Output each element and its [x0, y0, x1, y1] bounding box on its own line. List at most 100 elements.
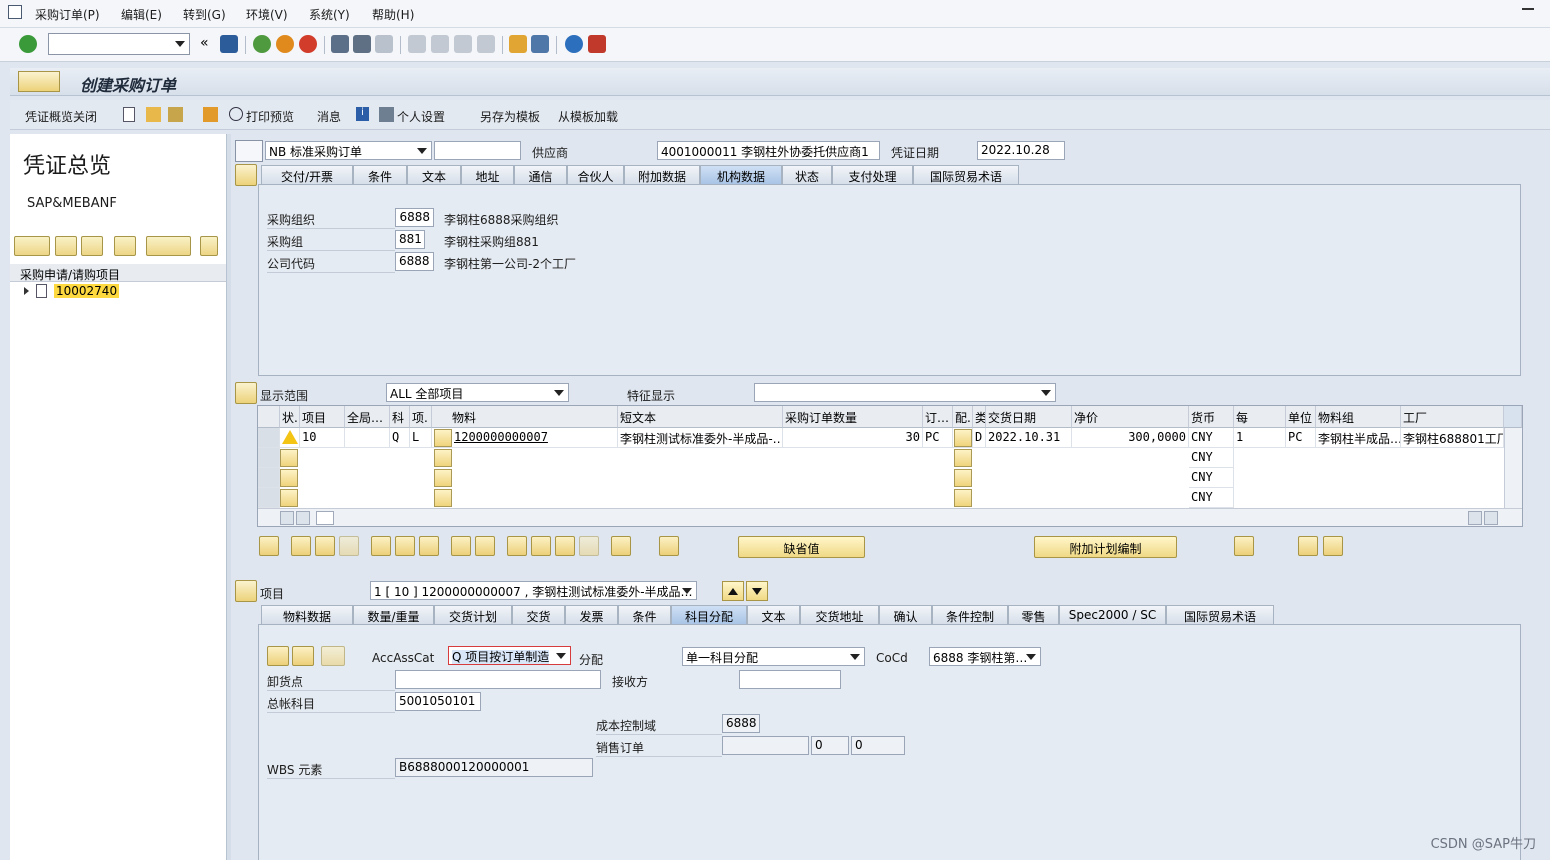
purch-group-field[interactable]: 881 — [395, 230, 425, 249]
lock-icon[interactable] — [395, 536, 415, 556]
command-field[interactable] — [48, 33, 190, 55]
material-help-icon[interactable] — [434, 429, 452, 447]
item-detail-collapse-icon[interactable] — [235, 580, 257, 602]
col-plant[interactable]: 工厂 — [1401, 406, 1504, 428]
item-select[interactable]: 1 [ 10 ] 1200000000007 , 李钢柱测试标准委外-半成品… — [370, 581, 697, 600]
menu-help[interactable]: 帮助(H) — [372, 6, 414, 23]
material-help-icon[interactable] — [434, 469, 452, 487]
company-code-field[interactable]: 6888 — [395, 252, 434, 271]
more-icon[interactable] — [200, 236, 218, 256]
default-values-button[interactable]: 缺省值 — [738, 536, 865, 558]
col-per[interactable]: 每 — [1234, 406, 1286, 428]
scroll-right-end-icon[interactable] — [1484, 511, 1498, 525]
status-cell[interactable] — [280, 449, 298, 467]
col-unit[interactable]: 单位 — [1286, 406, 1316, 428]
tab-account-assignment[interactable]: 科目分配 — [671, 605, 747, 624]
select-all-column[interactable] — [258, 406, 280, 428]
tab-address[interactable]: 地址 — [461, 165, 514, 184]
menu-goto[interactable]: 转到(G) — [183, 6, 226, 23]
tab-confirmations[interactable]: 确认 — [879, 605, 932, 624]
cancel-icon[interactable] — [299, 35, 317, 53]
col-po-qty[interactable]: 采购订单数量 — [783, 406, 923, 428]
doc-overview-close-button[interactable]: 凭证概览关闭 — [25, 108, 97, 125]
item-category-cell[interactable]: L — [410, 428, 432, 448]
material-group-cell[interactable]: 李钢柱半成品… — [1316, 428, 1401, 448]
tab-delivery-schedule[interactable]: 交货计划 — [434, 605, 512, 624]
tab-material-data[interactable]: 物料数据 — [261, 605, 353, 624]
config-cell[interactable] — [954, 469, 972, 487]
new-document-icon[interactable] — [123, 107, 135, 122]
scroll-left-icon[interactable] — [280, 511, 294, 525]
tab-delivery[interactable]: 交货 — [512, 605, 565, 624]
minimize-icon[interactable] — [1522, 8, 1534, 10]
distribution-select[interactable]: 单一科目分配 — [682, 647, 865, 666]
find-icon[interactable] — [353, 35, 371, 53]
edit-icon[interactable] — [292, 646, 314, 666]
status-cell[interactable] — [280, 469, 298, 487]
find-icon[interactable] — [114, 236, 136, 256]
tab-incoterms[interactable]: 国际贸易术语 — [913, 165, 1019, 184]
row-selector[interactable] — [258, 488, 280, 508]
row-selector[interactable] — [258, 448, 280, 468]
copy-icon[interactable] — [55, 236, 77, 256]
messages-button[interactable]: 消息 — [317, 108, 341, 125]
previous-item-button[interactable] — [722, 581, 744, 601]
document-overview-toggle-icon[interactable] — [18, 71, 60, 92]
selection-variant-icon[interactable] — [14, 236, 50, 256]
help-icon[interactable] — [565, 35, 583, 53]
headset-icon[interactable] — [1298, 536, 1318, 556]
print-icon[interactable] — [331, 35, 349, 53]
row-selector[interactable] — [258, 428, 280, 448]
menu-environment[interactable]: 环境(V) — [246, 6, 288, 23]
layout-menu-icon[interactable] — [588, 35, 606, 53]
gl-account-field[interactable]: 5001050101 — [395, 692, 481, 711]
unit-cell[interactable]: PC — [1286, 428, 1316, 448]
item-cell[interactable]: 10 — [300, 428, 345, 448]
col-order-unit[interactable]: 订… — [923, 406, 953, 428]
col-delivery-date[interactable]: 交货日期 — [986, 406, 1072, 428]
document-flow-icon[interactable] — [1323, 536, 1343, 556]
print-preview-button[interactable]: 打印预览 — [246, 108, 294, 125]
tab-incoterms[interactable]: 国际贸易术语 — [1166, 605, 1274, 624]
horizontal-scrollbar[interactable] — [258, 508, 1522, 526]
window-menu-icon[interactable] — [8, 5, 22, 19]
back-icon[interactable] — [253, 35, 271, 53]
vertical-scrollbar[interactable] — [1504, 428, 1522, 508]
check-icon[interactable] — [203, 107, 218, 122]
vendor-field[interactable]: 4001000011 李钢柱外协委托供应商1 — [657, 141, 880, 160]
save-as-template-button[interactable]: 另存为模板 — [480, 108, 540, 125]
config-cell[interactable] — [954, 489, 972, 507]
unloading-point-field[interactable] — [395, 670, 601, 689]
tab-additional-data[interactable]: 附加数据 — [624, 165, 700, 184]
tab-communication[interactable]: 通信 — [514, 165, 567, 184]
short-text-cell[interactable]: 李钢柱测试标准委外-半成品-… — [618, 428, 783, 448]
next-item-button[interactable] — [746, 581, 768, 601]
unlock-icon[interactable] — [419, 536, 439, 556]
tree-item-label[interactable]: 10002740 — [54, 284, 120, 298]
info-icon[interactable]: i — [356, 107, 369, 121]
col-currency[interactable]: 货币 — [1189, 406, 1234, 428]
doc-date-field[interactable]: 2022.10.28 — [977, 141, 1065, 160]
col-global[interactable]: 全局… — [345, 406, 390, 428]
print-preview-icon[interactable] — [229, 107, 243, 121]
col-acct-assign[interactable]: 科 — [390, 406, 410, 428]
select-all-icon[interactable] — [475, 536, 495, 556]
tab-conditions[interactable]: 条件 — [353, 165, 407, 184]
tab-conditions[interactable]: 条件 — [618, 605, 671, 624]
hold-icon[interactable] — [168, 107, 183, 122]
copy-icon[interactable] — [451, 536, 471, 556]
text-icon[interactable] — [659, 536, 679, 556]
feature-display-select[interactable] — [754, 383, 1056, 402]
export-icon[interactable] — [611, 536, 631, 556]
per-cell[interactable]: 1 — [1234, 428, 1286, 448]
header-collapse-icon[interactable] — [235, 164, 257, 186]
enter-icon[interactable] — [19, 35, 37, 53]
tab-delivery-address[interactable]: 交货地址 — [800, 605, 879, 624]
col-short-text[interactable]: 短文本 — [618, 406, 783, 428]
exit-icon[interactable] — [276, 35, 294, 53]
currency-cell[interactable]: CNY — [1189, 468, 1234, 488]
col-date-type[interactable]: 类 — [973, 406, 986, 428]
currency-cell[interactable]: CNY — [1189, 488, 1234, 508]
purch-org-field[interactable]: 6888 — [395, 208, 434, 227]
filter-icon[interactable] — [555, 536, 575, 556]
